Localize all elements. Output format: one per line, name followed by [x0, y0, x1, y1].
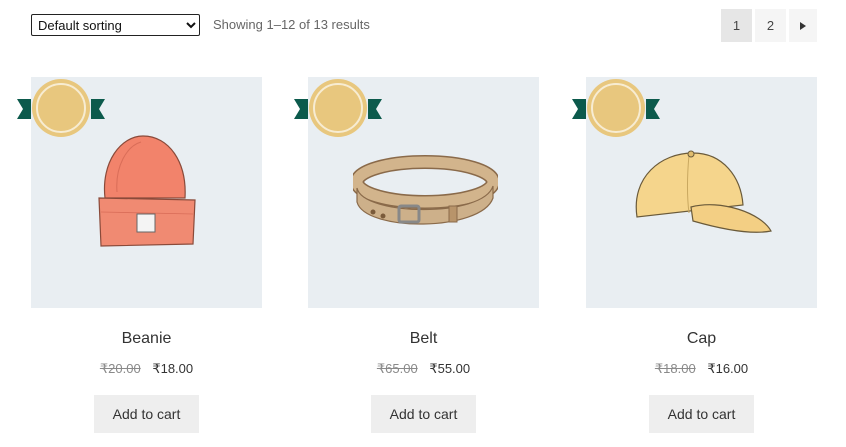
page-2-link[interactable]: 2: [755, 9, 786, 42]
regular-price: ₹20.00: [99, 361, 141, 376]
belt-icon: [353, 155, 498, 225]
regular-price: ₹18.00: [654, 361, 696, 376]
sale-price: ₹16.00: [707, 361, 749, 376]
pagination: 1 2: [721, 9, 817, 42]
product-title[interactable]: Belt: [308, 330, 539, 348]
product-title[interactable]: Cap: [586, 330, 817, 348]
result-count: Showing 1–12 of 13 results: [213, 17, 370, 32]
regular-price: ₹65.00: [376, 361, 418, 376]
product-price: ₹18.00 ₹16.00: [586, 361, 817, 377]
product-card: Belt ₹65.00 ₹55.00 Add to cart: [294, 77, 539, 433]
page-1-link[interactable]: 1: [721, 9, 752, 42]
product-card: Beanie ₹20.00 ₹18.00 Add to cart: [17, 77, 262, 433]
sale-price: ₹55.00: [429, 361, 471, 376]
product-card: Cap ₹18.00 ₹16.00 Add to cart: [572, 77, 817, 433]
product-image-link[interactable]: [17, 77, 262, 308]
product-price: ₹20.00 ₹18.00: [31, 361, 262, 377]
sort-select[interactable]: Default sorting: [31, 14, 200, 36]
next-page-button[interactable]: [789, 9, 817, 42]
beanie-icon: [98, 135, 196, 247]
product-image-link[interactable]: [572, 77, 817, 308]
add-to-cart-button[interactable]: Add to cart: [94, 395, 199, 433]
product-price: ₹65.00 ₹55.00: [308, 361, 539, 377]
sale-price: ₹18.00: [152, 361, 194, 376]
add-to-cart-button[interactable]: Add to cart: [649, 395, 754, 433]
product-image-link[interactable]: [294, 77, 539, 308]
sale-badge-icon: [572, 79, 660, 137]
cap-icon: [635, 150, 772, 233]
product-title[interactable]: Beanie: [31, 330, 262, 348]
sale-badge-icon: [17, 79, 105, 137]
shop-toolbar: Default sorting Showing 1–12 of 13 resul…: [31, 9, 817, 42]
triangle-right-icon: [800, 21, 806, 30]
sale-badge-icon: [294, 79, 382, 137]
add-to-cart-button[interactable]: Add to cart: [371, 395, 476, 433]
